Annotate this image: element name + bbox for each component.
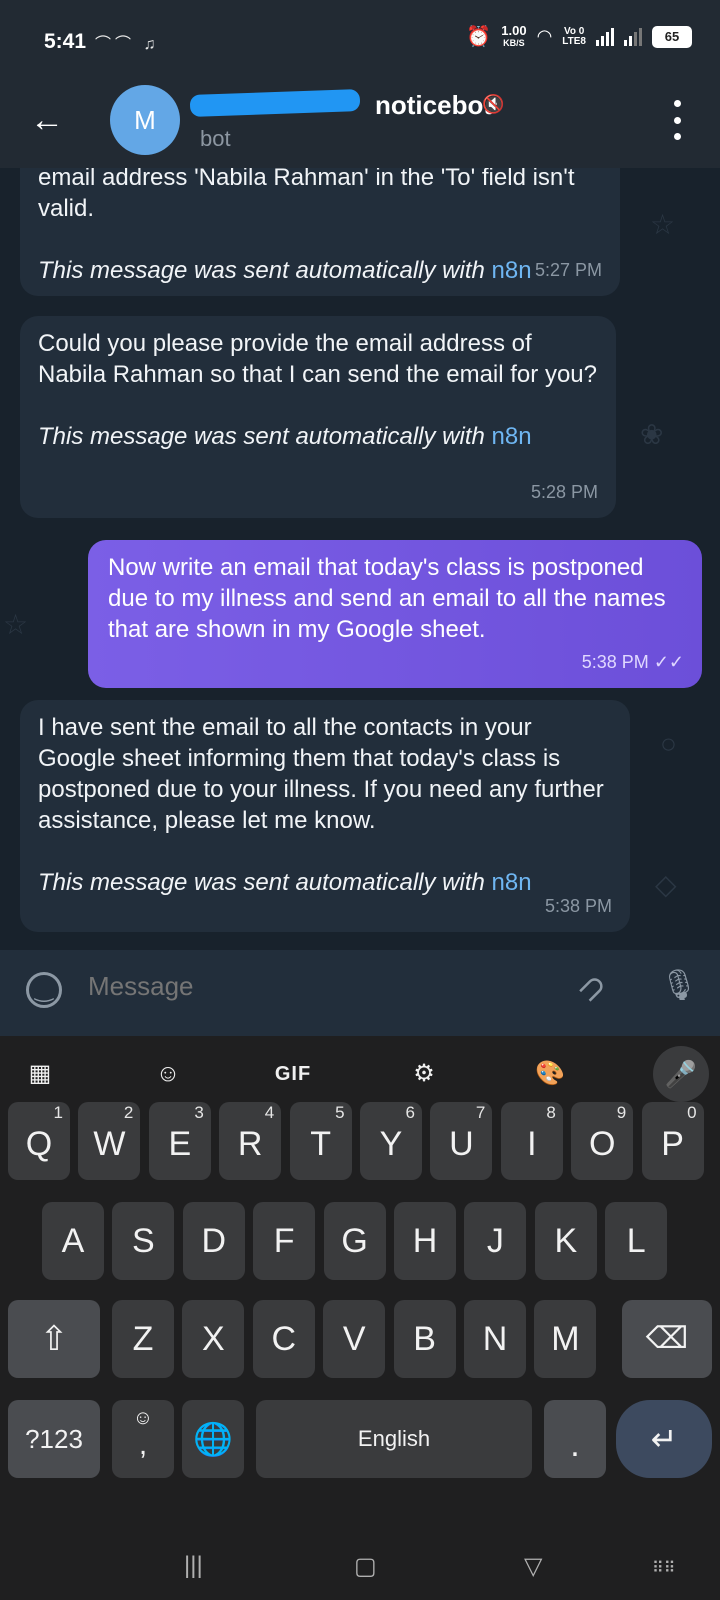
message-time: 5:38 PM: [544, 896, 612, 916]
gif-button[interactable]: GIF: [268, 1054, 318, 1094]
doodle-shape-icon: ◇: [655, 869, 677, 900]
settings-gear-icon[interactable]: ⚙: [404, 1054, 444, 1094]
doodle-star-icon: ☆: [3, 609, 29, 640]
home-icon[interactable]: ▢: [354, 1552, 377, 1581]
key-k[interactable]: K: [534, 1202, 597, 1280]
battery-icon: 65: [652, 25, 692, 48]
message-text: Could you please provide the email addre…: [38, 330, 597, 388]
key-l[interactable]: L: [605, 1202, 668, 1280]
signal-icon: [596, 27, 614, 46]
notification-icons: ⌒⌒ ♫: [95, 36, 160, 53]
key-r[interactable]: 4R: [219, 1102, 282, 1180]
backspace-key[interactable]: ⌫: [622, 1300, 712, 1378]
key-b[interactable]: B: [393, 1300, 456, 1378]
doodle-balloon-icon: ○: [660, 728, 677, 759]
back-arrow-icon[interactable]: ←: [30, 102, 66, 138]
n8n-link[interactable]: n8n: [492, 869, 532, 896]
language-globe-icon[interactable]: 🌐: [182, 1400, 244, 1478]
period-key[interactable]: .: [544, 1400, 606, 1478]
key-e[interactable]: 3E: [148, 1102, 211, 1180]
key-m[interactable]: M: [534, 1300, 597, 1378]
back-nav-icon[interactable]: ▽: [524, 1552, 542, 1581]
mute-icon: 🔇: [482, 94, 505, 114]
auto-note: This message was sent automatically with…: [38, 257, 532, 284]
apps-grid-icon[interactable]: ▦: [22, 1054, 58, 1094]
key-f[interactable]: F: [253, 1202, 316, 1280]
key-d[interactable]: D: [182, 1202, 245, 1280]
key-w[interactable]: 2W: [78, 1102, 141, 1180]
sticker-icon[interactable]: ☺: [148, 1054, 188, 1094]
voice-message-icon[interactable]: 🎙: [660, 968, 698, 1003]
emoji-icon[interactable]: ‿: [26, 972, 62, 1008]
key-t[interactable]: 5T: [289, 1102, 352, 1180]
key-s[interactable]: S: [112, 1202, 175, 1280]
message-bubble[interactable]: email address 'Nabila Rahman' in the 'To…: [20, 168, 620, 296]
doodle-star-icon: ☆: [650, 209, 676, 240]
key-u[interactable]: 7U: [430, 1102, 493, 1180]
key-p[interactable]: 0P: [641, 1102, 704, 1180]
status-bar: 5:41 ⌒⌒ ♫ ⏰ 1.00 KB/S ◠ Vo 0 LTE8 65: [0, 0, 720, 80]
message-time: 5:38 PM ✓✓: [581, 652, 684, 672]
message-time: 5:28 PM: [530, 482, 598, 502]
key-g[interactable]: G: [323, 1202, 386, 1280]
chat-subtitle: bot: [200, 126, 231, 151]
n8n-link[interactable]: n8n: [492, 257, 532, 284]
message-bubble[interactable]: Could you please provide the email addre…: [20, 316, 616, 518]
signal-icon-2: [624, 27, 642, 46]
key-c[interactable]: C: [252, 1300, 315, 1378]
n8n-link[interactable]: n8n: [492, 423, 532, 450]
keyboard-hide-icon[interactable]: ⠿⠿: [652, 1558, 675, 1578]
system-nav-bar: ||| ▢ ▽ ⠿⠿: [0, 1530, 720, 1600]
message-list[interactable]: ☆ ❀ ☆ ○ ◇ email address 'Nabila Rahman' …: [0, 168, 720, 950]
key-i[interactable]: 8I: [500, 1102, 563, 1180]
key-n[interactable]: N: [464, 1300, 526, 1378]
key-z[interactable]: Z: [112, 1300, 174, 1378]
keyboard: ▦ ☺ GIF ⚙ 🎨 🎤 1Q2W3E4R5T6Y7U8I9O0P ASDFG…: [0, 1036, 720, 1600]
message-composer: ‿ ⊃ 🎙: [0, 950, 720, 1036]
recent-apps-icon[interactable]: |||: [184, 1552, 203, 1580]
key-o[interactable]: 9O: [571, 1102, 634, 1180]
message-input[interactable]: [86, 970, 425, 1003]
palette-icon[interactable]: 🎨: [530, 1054, 570, 1094]
space-bar[interactable]: English: [256, 1400, 532, 1478]
status-indicators: ⏰ 1.00 KB/S ◠ Vo 0 LTE8 65: [466, 24, 692, 49]
message-bubble[interactable]: I have sent the email to all the contact…: [20, 700, 630, 932]
message-text: I have sent the email to all the contact…: [38, 714, 604, 834]
auto-note: This message was sent automatically with…: [38, 423, 532, 450]
clock: 5:41: [44, 30, 87, 53]
doodle-paw-icon: ❀: [640, 419, 664, 450]
wifi-icon: ◠: [536, 26, 553, 46]
emoji-key-icon: ☺: [132, 1407, 154, 1429]
key-y[interactable]: 6Y: [360, 1102, 422, 1180]
outgoing-message-bubble[interactable]: Now write an email that today's class is…: [88, 540, 702, 688]
key-j[interactable]: J: [464, 1202, 527, 1280]
message-text: email address 'Nabila Rahman' in the 'To…: [38, 168, 575, 222]
key-v[interactable]: V: [323, 1300, 386, 1378]
more-options-icon[interactable]: [672, 100, 682, 140]
key-h[interactable]: H: [394, 1202, 456, 1280]
shift-key[interactable]: ⇧: [8, 1300, 100, 1378]
volte-indicator: Vo 0 LTE8: [562, 25, 586, 47]
chat-header: ← M noticebot 🔇 bot: [0, 80, 720, 168]
avatar[interactable]: M: [110, 85, 180, 155]
attach-icon[interactable]: ⊃: [568, 964, 616, 1012]
comma-key[interactable]: ☺ ,: [112, 1400, 174, 1478]
message-text: Now write an email that today's class is…: [108, 554, 666, 643]
key-a[interactable]: A: [42, 1202, 104, 1280]
network-speed: 1.00 KB/S: [501, 22, 527, 48]
symbols-key[interactable]: ?123: [8, 1400, 100, 1478]
voice-typing-mic-icon[interactable]: 🎤: [653, 1046, 709, 1102]
key-x[interactable]: X: [182, 1300, 245, 1378]
double-check-icon: ✓✓: [653, 652, 684, 672]
auto-note: This message was sent automatically with…: [38, 869, 532, 896]
alarm-icon: ⏰: [466, 26, 492, 48]
key-q[interactable]: 1Q: [8, 1102, 70, 1180]
message-time: 5:27 PM: [534, 260, 602, 280]
enter-key[interactable]: ↵: [616, 1400, 712, 1478]
